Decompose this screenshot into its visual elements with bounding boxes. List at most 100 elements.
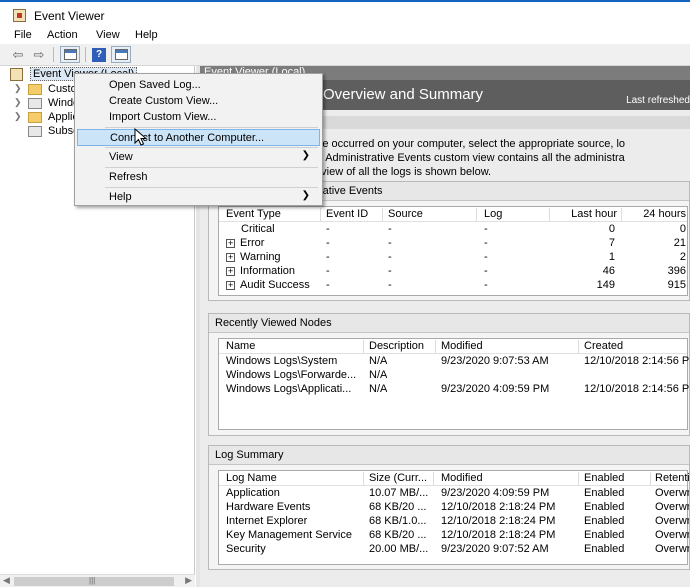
col-header[interactable]: Source <box>388 208 473 220</box>
menu-item-connect-to-another-computer[interactable]: Connect to Another Computer... <box>77 129 320 146</box>
col-header[interactable]: Enabled <box>584 472 644 484</box>
table-row[interactable]: + Warning - - - 1 2 <box>219 250 687 264</box>
toolbar-divider <box>85 47 86 62</box>
expand-arrow-icon[interactable]: ❯ <box>14 97 22 108</box>
show-hide-console-tree-button[interactable] <box>60 46 80 63</box>
scroll-left-icon[interactable]: ◀ <box>3 575 10 586</box>
submenu-arrow-icon: ❯ <box>301 190 310 201</box>
cell: Enabled <box>584 487 625 499</box>
cell: 7 <box>608 237 615 249</box>
cell: 9/23/2020 9:07:53 AM <box>441 355 549 367</box>
cell: - <box>484 251 488 263</box>
menu-item-open-saved-log[interactable]: Open Saved Log... <box>77 77 320 94</box>
table-row[interactable]: Windows Logs\Applicati... N/A 9/23/2020 … <box>219 382 689 396</box>
cell: 2 <box>679 251 686 263</box>
horizontal-scrollbar[interactable]: ◀ ||| ▶ <box>0 574 195 587</box>
cell: 68 KB/20 ... <box>369 501 427 513</box>
help-button[interactable]: ? <box>89 46 109 63</box>
cell: 68 KB/1.0... <box>369 515 427 527</box>
section-title[interactable]: Recently Viewed Nodes <box>209 314 689 333</box>
expand-arrow-icon[interactable]: ❯ <box>14 83 22 94</box>
expand-plus-icon[interactable]: + <box>226 267 235 276</box>
cell: Application <box>226 487 280 499</box>
forward-icon[interactable]: ⇨ <box>29 46 49 63</box>
table-row[interactable]: Application 10.07 MB/... 9/23/2020 4:09:… <box>219 486 689 500</box>
col-header[interactable]: 24 hours <box>624 208 686 220</box>
cell: 21 <box>673 237 686 249</box>
scroll-right-icon[interactable]: ▶ <box>185 575 192 586</box>
col-header[interactable]: Name <box>226 340 361 352</box>
table-row[interactable]: Internet Explorer 68 KB/1.0... 12/10/201… <box>219 514 689 528</box>
log-summary-grid: Log Name Size (Curr... Modified Enabled … <box>218 470 689 565</box>
col-header[interactable]: Modified <box>441 340 571 352</box>
recently-viewed-nodes-section: Recently Viewed Nodes Name Description M… <box>208 313 690 436</box>
col-header[interactable]: Retenti <box>655 472 689 484</box>
table-row[interactable]: Windows Logs\System N/A 9/23/2020 9:07:5… <box>219 354 689 368</box>
cell: + Error <box>226 237 321 249</box>
menu-item-create-custom-view[interactable]: Create Custom View... <box>77 93 320 110</box>
cell: Windows Logs\System <box>226 355 338 367</box>
menu-help[interactable]: Help <box>135 29 158 41</box>
cell: Overwri <box>655 529 689 541</box>
window-title: Event Viewer <box>34 9 105 23</box>
menu-item-label: Help <box>109 191 132 203</box>
col-header[interactable]: Modified <box>441 472 571 484</box>
cell: Overwri <box>655 515 689 527</box>
menu-file[interactable]: File <box>14 29 32 41</box>
cell: + Warning <box>226 251 321 263</box>
menu-separator <box>105 167 318 168</box>
menu-view[interactable]: View <box>96 29 120 41</box>
expand-plus-icon[interactable]: + <box>226 281 235 290</box>
menu-item-label: Open Saved Log... <box>109 79 201 91</box>
cell: 12/10/2018 2:18:24 PM <box>441 515 556 527</box>
cell: Enabled <box>584 515 625 527</box>
event-viewer-icon <box>10 68 23 81</box>
expand-plus-icon[interactable]: + <box>226 253 235 262</box>
cell: - <box>326 265 330 277</box>
grid-header: Log Name Size (Curr... Modified Enabled … <box>219 471 689 486</box>
table-row[interactable]: Hardware Events 68 KB/20 ... 12/10/2018 … <box>219 500 689 514</box>
table-row[interactable]: Critical - - - 0 0 <box>219 222 687 236</box>
cell: 1 <box>608 251 615 263</box>
cell: Critical <box>241 223 275 235</box>
cell: 10.07 MB/... <box>369 487 429 499</box>
cell: 12/10/2018 2:14:56 PM <box>584 383 689 395</box>
scrollbar-grip-icon: ||| <box>89 576 96 585</box>
menu-item-help[interactable]: Help ❯ <box>77 189 320 206</box>
back-icon[interactable]: ⇦ <box>8 46 28 63</box>
menu-item-view[interactable]: View ❯ <box>77 149 320 166</box>
table-row[interactable]: Windows Logs\Forwarde... N/A <box>219 368 687 382</box>
table-row[interactable]: Security 20.00 MB/... 9/23/2020 9:07:52 … <box>219 542 689 556</box>
last-refreshed-label: Last refreshed <box>626 95 690 106</box>
table-row[interactable]: Key Management Service 68 KB/20 ... 12/1… <box>219 528 689 542</box>
subscriptions-icon <box>28 126 42 137</box>
table-row[interactable]: + Error - - - 7 21 <box>219 236 687 250</box>
col-header[interactable]: Created <box>584 340 689 352</box>
cell: - <box>326 251 330 263</box>
col-header[interactable]: Log Name <box>226 472 361 484</box>
col-header[interactable]: Size (Curr... <box>369 472 431 484</box>
col-header[interactable]: Last hour <box>553 208 617 220</box>
show-hide-action-pane-button[interactable] <box>111 46 131 63</box>
banner-title: Overview and Summary <box>323 86 484 103</box>
col-header[interactable]: Log <box>484 208 544 220</box>
menu-item-refresh[interactable]: Refresh <box>77 169 320 186</box>
cell: 20.00 MB/... <box>369 543 429 555</box>
menu-item-label: Refresh <box>109 171 148 183</box>
cell: 0 <box>679 223 686 235</box>
section-title[interactable]: Log Summary <box>209 446 689 465</box>
expand-arrow-icon[interactable]: ❯ <box>14 111 22 122</box>
title-bar: Event Viewer <box>0 0 690 28</box>
folder-icon <box>28 112 42 123</box>
col-header[interactable]: Event Type <box>226 208 318 220</box>
menu-action[interactable]: Action <box>47 29 78 41</box>
col-header[interactable]: Event ID <box>326 208 381 220</box>
menu-item-import-custom-view[interactable]: Import Custom View... <box>77 109 320 126</box>
col-header[interactable]: Description <box>369 340 433 352</box>
table-row[interactable]: + Audit Success - - - 149 915 <box>219 278 687 292</box>
table-row[interactable]: + Information - - - 46 396 <box>219 264 687 278</box>
expand-plus-icon[interactable]: + <box>226 239 235 248</box>
cell: Overwri <box>655 543 689 555</box>
cell: 149 <box>596 279 615 291</box>
cell: 46 <box>602 265 615 277</box>
